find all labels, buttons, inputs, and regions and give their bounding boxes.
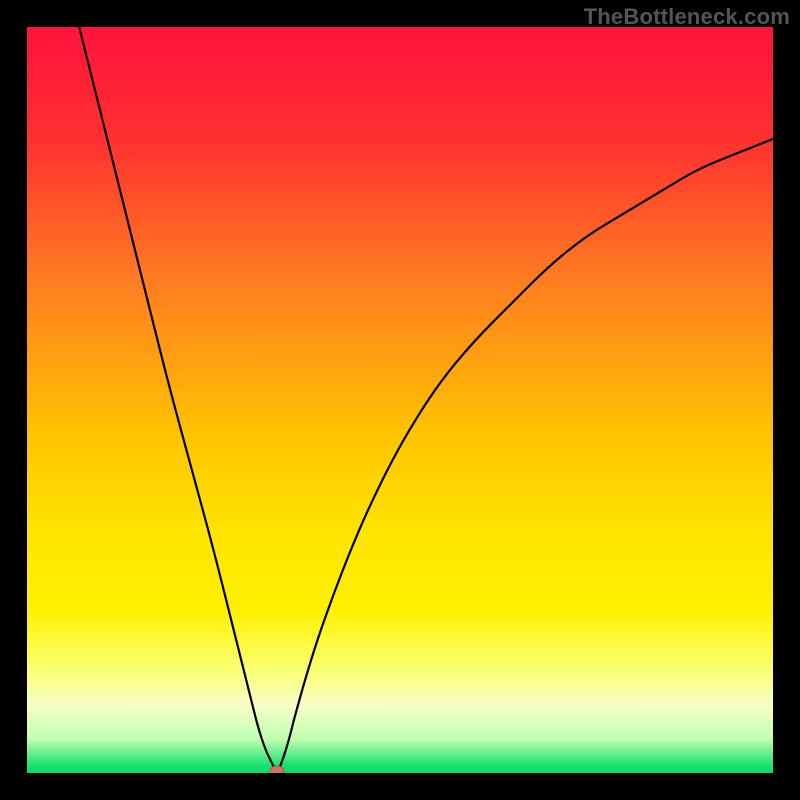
- chart-frame: [27, 27, 773, 773]
- gradient-background: [27, 27, 773, 773]
- attribution-text: TheBottleneck.com: [584, 4, 790, 30]
- bottleneck-chart: [27, 27, 773, 773]
- optimal-point-marker: [270, 766, 284, 773]
